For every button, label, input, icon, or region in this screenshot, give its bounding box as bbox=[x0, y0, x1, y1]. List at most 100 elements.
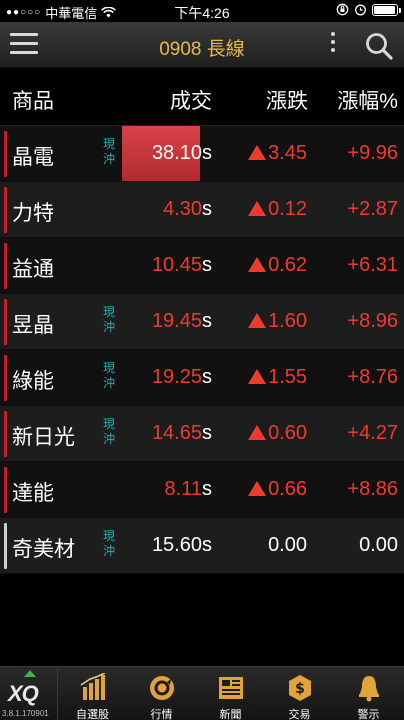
stock-name: 晶電 bbox=[12, 146, 54, 169]
price-value: 19.25s bbox=[152, 366, 212, 389]
percent-value: +2.87 bbox=[347, 198, 398, 220]
trend-marker bbox=[4, 467, 7, 513]
column-header: 商品 成交 漲跌 漲幅% bbox=[0, 68, 404, 126]
up-arrow-icon bbox=[24, 670, 36, 677]
price-number: 4.30 bbox=[163, 198, 202, 220]
change-value: 0.00 bbox=[268, 534, 307, 557]
logo-text: XQ bbox=[8, 681, 39, 706]
price-value: 8.11s bbox=[165, 478, 212, 501]
change-number: 3.45 bbox=[268, 142, 307, 164]
price-suffix: s bbox=[202, 478, 212, 500]
page-title: 0908 長線 bbox=[159, 39, 245, 60]
quote-row[interactable]: 力特 4.30s 0.12 +2.87 bbox=[0, 182, 404, 238]
change-number: 0.12 bbox=[268, 198, 307, 220]
trend-marker bbox=[4, 355, 7, 401]
percent-value: +8.96 bbox=[347, 310, 398, 332]
bell-icon bbox=[359, 676, 379, 702]
svg-text:$: $ bbox=[295, 681, 305, 697]
price-suffix: s bbox=[202, 422, 212, 444]
column-name[interactable]: 商品 bbox=[12, 85, 54, 115]
change-value: 0.62 bbox=[248, 254, 307, 277]
alarm-icon bbox=[355, 4, 366, 16]
tab-label: 新聞 bbox=[219, 709, 242, 720]
tab-news[interactable]: 新聞 bbox=[196, 667, 265, 720]
percent-value: +4.27 bbox=[347, 422, 398, 444]
day-trade-tag: 現沖 bbox=[103, 529, 116, 558]
price-value: 14.65s bbox=[152, 422, 212, 445]
search-icon[interactable] bbox=[364, 31, 394, 61]
more-options-icon[interactable] bbox=[326, 32, 340, 58]
stock-name: 綠能 bbox=[12, 370, 54, 393]
day-trade-tag: 現沖 bbox=[103, 305, 116, 334]
change-number: 1.55 bbox=[268, 366, 307, 388]
status-bar: ●●○○○ 中華電信 下午4:26 bbox=[0, 0, 404, 22]
tab-alert[interactable]: 警示 bbox=[334, 667, 403, 720]
price-value: 10.45s bbox=[152, 254, 212, 277]
price-suffix: s bbox=[202, 534, 212, 556]
price-suffix: s bbox=[202, 366, 212, 388]
stock-name: 昱晶 bbox=[12, 314, 54, 337]
trend-marker bbox=[4, 523, 7, 569]
trend-marker bbox=[4, 411, 7, 457]
column-change[interactable]: 漲跌 bbox=[266, 85, 308, 115]
quote-row[interactable]: 奇美材 現沖 15.60s 0.00 0.00 bbox=[0, 518, 404, 574]
newspaper-icon bbox=[219, 677, 243, 699]
change-number: 1.60 bbox=[268, 310, 307, 332]
trend-marker bbox=[4, 131, 7, 177]
day-trade-tag: 現沖 bbox=[103, 137, 116, 166]
price-number: 10.45 bbox=[151, 254, 202, 276]
quote-row[interactable]: 益通 10.45s 0.62 +6.31 bbox=[0, 238, 404, 294]
orientation-lock-icon bbox=[336, 3, 349, 16]
xq-logo[interactable]: XQ 3.8.1.170901 bbox=[0, 667, 58, 720]
percent-value: 0.00 bbox=[359, 534, 398, 556]
price-number: 14.65 bbox=[151, 422, 202, 444]
change-value: 0.66 bbox=[248, 478, 307, 501]
price-suffix: s bbox=[202, 254, 212, 276]
change-number: 0.60 bbox=[268, 422, 307, 444]
quote-row[interactable]: 達能 8.11s 0.66 +8.86 bbox=[0, 462, 404, 518]
change-value: 1.55 bbox=[248, 366, 307, 389]
percent-value: +6.31 bbox=[347, 254, 398, 276]
change-value: 1.60 bbox=[248, 310, 307, 333]
up-triangle-icon bbox=[248, 481, 267, 496]
quote-row[interactable]: 昱晶 現沖 19.45s 1.60 +8.96 bbox=[0, 294, 404, 350]
quote-list: 晶電現沖 38.10s 3.45 +9.96 力特 4.30s 0.12 +2.87 益通 10.… bbox=[0, 126, 404, 574]
exchange-icon: $ bbox=[289, 675, 311, 701]
day-trade-tag: 現沖 bbox=[103, 361, 116, 390]
quote-row[interactable]: 晶電 現沖 38.10s 3.45 +9.96 bbox=[0, 126, 404, 182]
column-percent[interactable]: 漲幅% bbox=[337, 85, 398, 115]
change-value: 3.45 bbox=[248, 142, 307, 165]
version-label: 3.8.1.170901 bbox=[2, 709, 49, 718]
price-value: 38.10s bbox=[152, 142, 212, 165]
stock-name: 力特 bbox=[12, 202, 54, 225]
day-trade-tag: 現沖 bbox=[103, 417, 116, 446]
tab-label: 行情 bbox=[150, 709, 173, 720]
price-number: 15.60 bbox=[151, 534, 202, 556]
quote-row[interactable]: 綠能 現沖 19.25s 1.55 +8.76 bbox=[0, 350, 404, 406]
price-value: 4.30s bbox=[163, 198, 212, 221]
price-number: 8.11 bbox=[164, 478, 202, 500]
up-triangle-icon bbox=[248, 257, 267, 272]
change-value: 0.60 bbox=[248, 422, 307, 445]
tab-market[interactable]: 行情 bbox=[127, 667, 196, 720]
title-bar: 0908 長線 bbox=[0, 22, 404, 68]
up-triangle-icon bbox=[248, 425, 267, 440]
status-right bbox=[336, 3, 401, 16]
change-value: 0.12 bbox=[248, 198, 307, 221]
price-number: 38.10 bbox=[151, 142, 202, 164]
stock-name: 新日光 bbox=[12, 426, 75, 449]
tab-bar: XQ 3.8.1.170901 自選股 行情 新聞 $ 交易 警示 bbox=[0, 666, 404, 720]
tab-watchlist[interactable]: 自選股 bbox=[58, 667, 127, 720]
change-number: 0.62 bbox=[268, 254, 307, 276]
tab-trade[interactable]: $ 交易 bbox=[265, 667, 334, 720]
stock-name: 達能 bbox=[12, 482, 54, 505]
quote-row[interactable]: 新日光 現沖 14.65s 0.60 +4.27 bbox=[0, 406, 404, 462]
column-price[interactable]: 成交 bbox=[170, 85, 212, 115]
price-number: 19.45 bbox=[151, 310, 202, 332]
price-value: 19.45s bbox=[152, 310, 212, 333]
trend-marker bbox=[4, 243, 7, 289]
price-number: 19.25 bbox=[151, 366, 202, 388]
tab-label: 自選股 bbox=[76, 709, 109, 720]
price-suffix: s bbox=[202, 142, 212, 164]
percent-value: +9.96 bbox=[347, 142, 398, 164]
